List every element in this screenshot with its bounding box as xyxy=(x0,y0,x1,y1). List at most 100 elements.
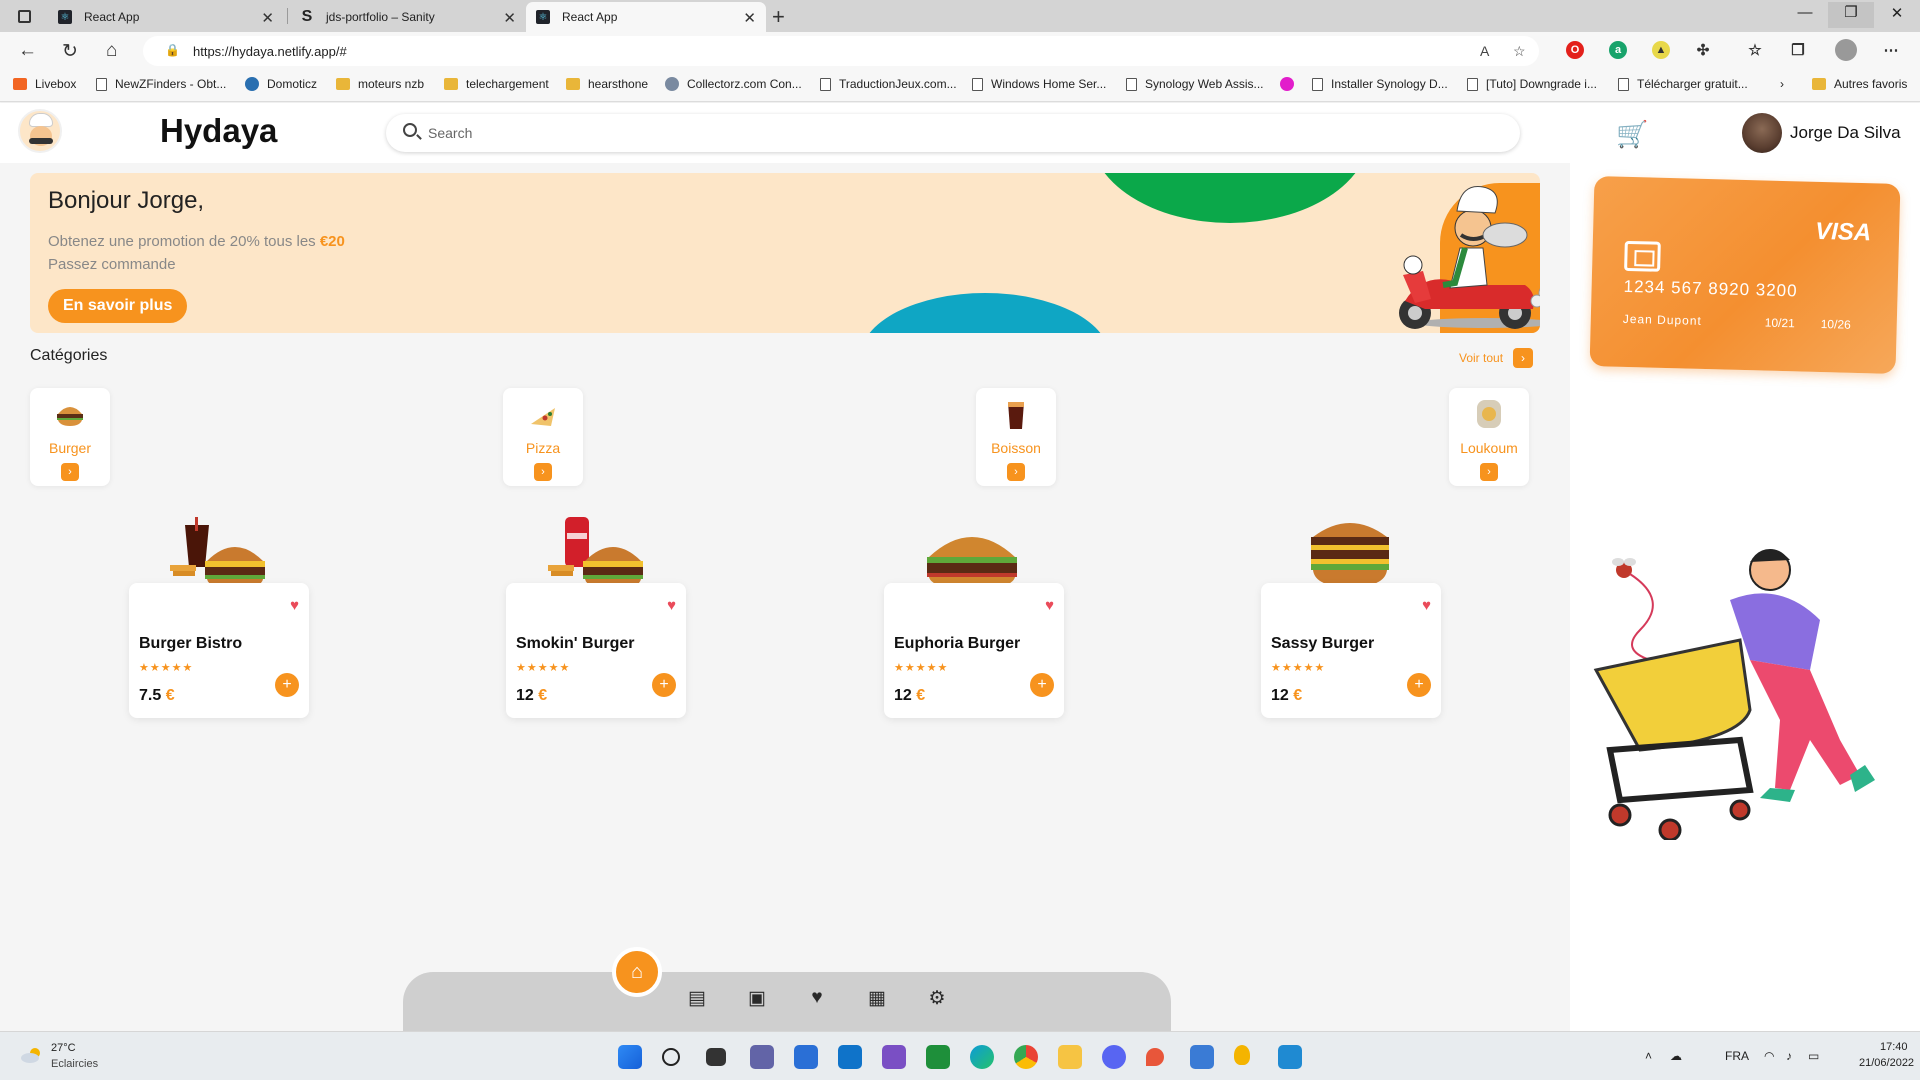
chevron-right-icon[interactable]: › xyxy=(1513,348,1534,368)
product-card[interactable]: ♥ Smokin' Burger ★★★★★ 12 € + xyxy=(506,583,686,718)
add-to-cart-button[interactable]: + xyxy=(652,673,676,697)
task-view-icon[interactable] xyxy=(706,1048,726,1066)
close-icon[interactable]: ✕ xyxy=(743,9,756,27)
chevron-right-icon[interactable]: › xyxy=(1007,463,1025,481)
chat-icon[interactable]: ▤ xyxy=(685,987,709,1011)
category-boisson[interactable]: Boisson › xyxy=(976,388,1056,486)
window-close-icon[interactable]: ✕ xyxy=(1874,4,1920,22)
see-all-link[interactable]: Voir tout › xyxy=(1459,348,1534,368)
bookmark[interactable] xyxy=(1280,77,1302,91)
chevron-right-icon[interactable]: › xyxy=(1480,463,1498,481)
bookmark[interactable]: hearsthone xyxy=(566,77,648,91)
lock-icon[interactable]: 🔒 xyxy=(165,43,180,57)
add-to-cart-button[interactable]: + xyxy=(275,673,299,697)
tab-react-app-active[interactable]: ⚛ React App ✕ xyxy=(526,2,766,32)
clock-date[interactable]: 21/06/2022 xyxy=(1859,1057,1914,1069)
chef-logo-icon[interactable] xyxy=(18,109,62,153)
photos-icon[interactable] xyxy=(1190,1045,1214,1069)
xbox-icon[interactable] xyxy=(926,1045,950,1069)
bookmark[interactable]: NewZFinders - Obt... xyxy=(96,77,226,91)
app-icon[interactable] xyxy=(882,1045,906,1069)
bookmark[interactable]: Synology Web Assis... xyxy=(1126,77,1264,91)
wifi-icon[interactable]: ◠ xyxy=(1764,1049,1774,1063)
read-aloud-icon[interactable]: A xyxy=(1480,43,1489,59)
search-taskbar-icon[interactable] xyxy=(662,1048,680,1066)
teams-icon[interactable] xyxy=(750,1045,774,1069)
app-flame-icon[interactable] xyxy=(1234,1045,1250,1065)
vscode-icon[interactable] xyxy=(1278,1045,1302,1069)
home-nav-button[interactable]: ⌂ xyxy=(612,947,662,997)
close-icon[interactable]: ✕ xyxy=(261,9,274,27)
url-text[interactable]: https://hydaya.netlify.app/# xyxy=(193,44,347,59)
category-pizza[interactable]: Pizza › xyxy=(503,388,583,486)
heart-icon[interactable]: ♥ xyxy=(667,597,676,614)
bookmark[interactable]: Windows Home Ser... xyxy=(972,77,1106,91)
tab-react-app-1[interactable]: ⚛ React App ✕ xyxy=(48,2,284,32)
tray-chevron-icon[interactable]: ˄ xyxy=(1645,1049,1652,1063)
volume-icon[interactable]: ♪ xyxy=(1786,1049,1792,1063)
product-card[interactable]: ♥ Sassy Burger ★★★★★ 12 € + xyxy=(1261,583,1441,718)
windows-start-icon[interactable] xyxy=(618,1045,642,1069)
category-burger[interactable]: Burger › xyxy=(30,388,110,486)
product-card[interactable]: ♥ Burger Bistro ★★★★★ 7.5 € + xyxy=(129,583,309,718)
battery-icon[interactable]: ▭ xyxy=(1808,1049,1819,1063)
bookmarks-overflow-icon[interactable]: › xyxy=(1780,77,1784,91)
chevron-right-icon[interactable]: › xyxy=(534,463,552,481)
home-icon[interactable]: ⌂ xyxy=(106,40,117,62)
collections-icon[interactable]: ❐ xyxy=(1789,41,1807,59)
learn-more-button[interactable]: En savoir plus xyxy=(48,289,188,323)
bookmark[interactable]: Autres favoris xyxy=(1812,77,1907,91)
favorites-heart-icon[interactable]: ♥ xyxy=(805,987,829,1011)
favorite-star-icon[interactable]: ☆ xyxy=(1513,43,1526,60)
mail-icon[interactable] xyxy=(838,1045,862,1069)
extension-icon[interactable]: ▲ xyxy=(1652,41,1670,59)
bookmark[interactable]: Installer Synology D... xyxy=(1312,77,1448,91)
receipt-icon[interactable]: ▦ xyxy=(865,987,889,1011)
profile-icon[interactable] xyxy=(1835,39,1857,61)
search-input[interactable] xyxy=(428,114,1508,152)
favorites-icon[interactable]: ☆ xyxy=(1746,41,1764,59)
cart-icon[interactable]: 🛒 xyxy=(1616,119,1648,150)
onedrive-icon[interactable]: ☁ xyxy=(1670,1049,1682,1063)
weather-description[interactable]: Eclaircies xyxy=(51,1058,98,1070)
tab-sanity[interactable]: S jds-portfolio – Sanity ✕ xyxy=(290,2,526,32)
heart-icon[interactable]: ♥ xyxy=(1422,597,1431,614)
product-card[interactable]: ♥ Euphoria Burger ★★★★★ 12 € + xyxy=(884,583,1064,718)
heart-icon[interactable]: ♥ xyxy=(1045,597,1054,614)
bookmark[interactable]: moteurs nzb xyxy=(336,77,424,91)
add-to-cart-button[interactable]: + xyxy=(1030,673,1054,697)
close-icon[interactable]: ✕ xyxy=(503,9,516,27)
more-icon[interactable]: ⋯ xyxy=(1882,41,1900,59)
bookmark[interactable]: TraductionJeux.com... xyxy=(820,77,957,91)
restore-icon[interactable]: ❐ xyxy=(1828,2,1874,28)
add-to-cart-button[interactable]: + xyxy=(1407,673,1431,697)
bookmark[interactable]: Domoticz xyxy=(245,77,317,91)
store-icon[interactable] xyxy=(794,1045,818,1069)
refresh-icon[interactable]: ↻ xyxy=(62,40,78,63)
opera-extension-icon[interactable]: O xyxy=(1566,41,1584,59)
language-indicator[interactable]: FRA xyxy=(1725,1049,1749,1063)
chrome-icon[interactable] xyxy=(1014,1045,1038,1069)
tab-actions-icon[interactable] xyxy=(10,6,38,26)
extension-a-icon[interactable]: a xyxy=(1609,41,1627,59)
search-bar[interactable] xyxy=(386,114,1520,152)
avatar[interactable] xyxy=(1742,113,1782,153)
clock-time[interactable]: 17:40 xyxy=(1880,1041,1908,1053)
payment-card[interactable]: VISA 1234 567 8920 3200 Jean Dupont 10/2… xyxy=(1589,176,1901,374)
file-explorer-icon[interactable] xyxy=(1058,1045,1082,1069)
settings-gear-icon[interactable]: ⚙ xyxy=(925,987,949,1011)
edge-icon[interactable] xyxy=(970,1045,994,1069)
heart-icon[interactable]: ♥ xyxy=(290,597,299,614)
discord-icon[interactable] xyxy=(1102,1045,1126,1069)
weather-cloud-sun-icon[interactable] xyxy=(20,1047,44,1063)
bookmark[interactable]: Collectorz.com Con... xyxy=(665,77,802,91)
wallet-icon[interactable]: ▣ xyxy=(745,987,769,1011)
back-icon[interactable]: ← xyxy=(18,40,37,62)
new-tab-icon[interactable]: + xyxy=(772,4,785,30)
bookmark[interactable]: Livebox xyxy=(13,77,76,91)
bookmark[interactable]: Télécharger gratuit... xyxy=(1618,77,1748,91)
brand-title[interactable]: Hydaya xyxy=(160,112,277,150)
category-loukoum[interactable]: Loukoum › xyxy=(1449,388,1529,486)
weather-temperature[interactable]: 27°C xyxy=(51,1042,76,1054)
bookmark[interactable]: [Tuto] Downgrade i... xyxy=(1467,77,1597,91)
